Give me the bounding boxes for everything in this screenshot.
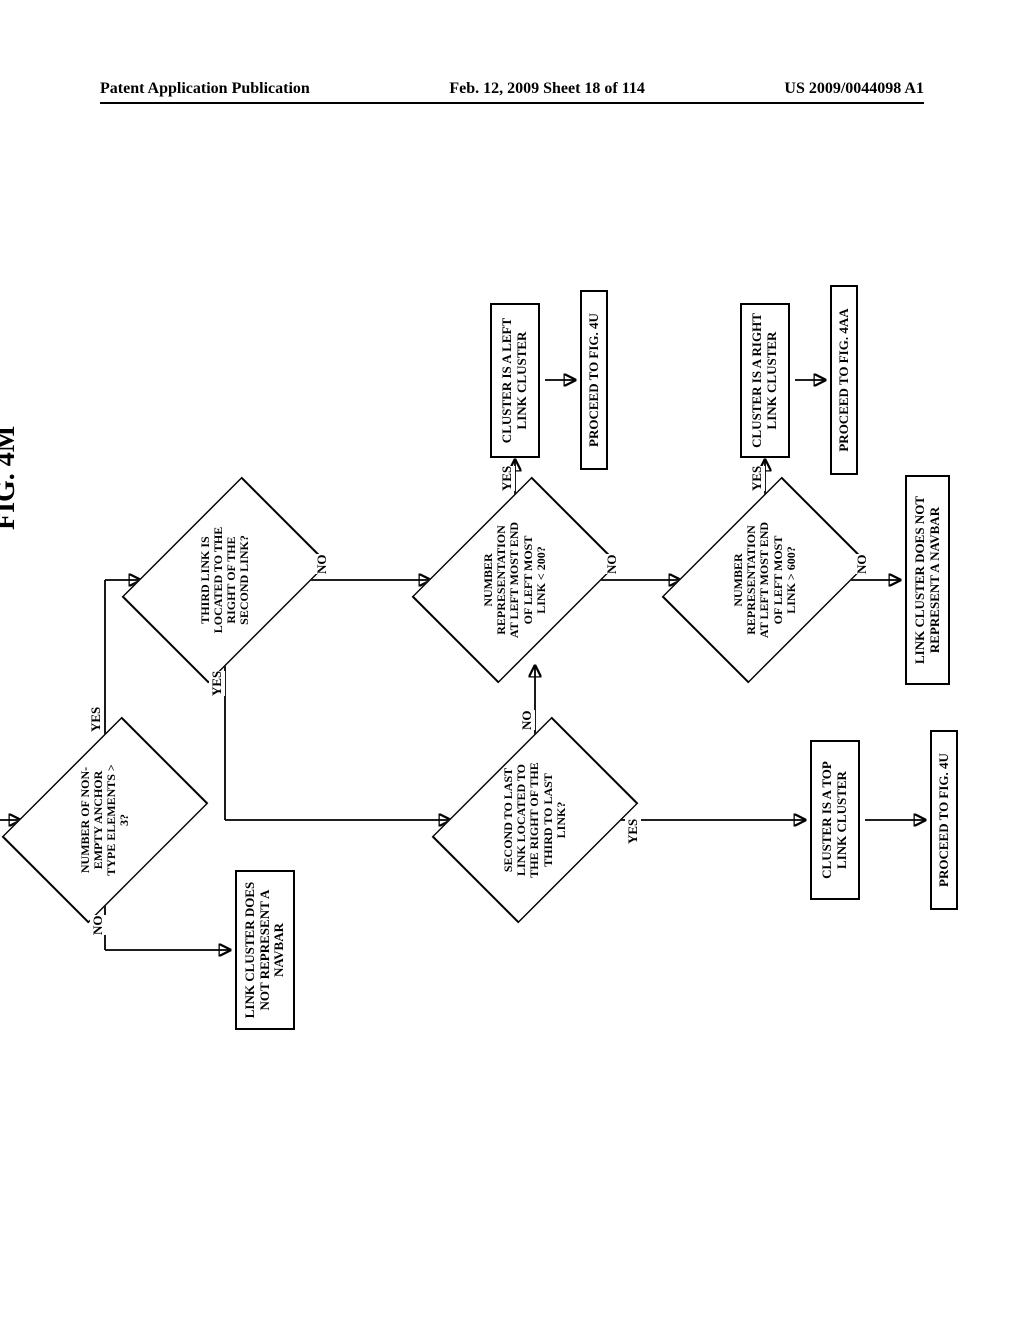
decision-d2: THIRD LINK IS LOCATED TO THE RIGHT OF TH… (140, 495, 310, 665)
decision-d5: NUMBER REPRESENTATION AT LEFT MOST END O… (680, 495, 850, 665)
header-left: Patent Application Publication (100, 80, 310, 98)
decision-d5-text: NUMBER REPRESENTATION AT LEFT MOST END O… (680, 495, 850, 665)
header-center: Feb. 12, 2009 Sheet 18 of 114 (449, 80, 645, 98)
decision-d3: SECOND TO LAST LINK LOCATED TO THE RIGHT… (450, 735, 620, 905)
d3-no-label: NO (519, 711, 535, 731)
d1-no-label: NO (90, 916, 106, 936)
d4-no-label: NO (604, 555, 620, 575)
decision-d4: NUMBER REPRESENTATION AT LEFT MOST END O… (430, 495, 600, 665)
decision-d3-text: SECOND TO LAST LINK LOCATED TO THE RIGHT… (450, 735, 620, 905)
d3-yes-label: YES (625, 819, 641, 844)
goto-g3: PROCEED TO FIG. 4AA (830, 285, 858, 475)
terminal-t2: LINK CLUSTER DOES NOT REPRESENT A NAVBAR (905, 475, 950, 685)
header-right: US 2009/0044098 A1 (784, 80, 924, 98)
terminal-t1: LINK CLUSTER DOES NOT REPRESENT A NAVBAR (235, 870, 295, 1030)
d5-no-label: NO (854, 555, 870, 575)
goto-g2: PROCEED TO FIG. 4U (580, 290, 608, 470)
d1-yes-label: YES (88, 707, 104, 732)
d5-yes-label: YES (749, 466, 765, 491)
d4-yes-label: YES (499, 466, 515, 491)
process-p2: CLUSTER IS A LEFT LINK CLUSTER (490, 303, 540, 458)
d2-yes-label: YES (209, 671, 225, 696)
flowchart-stage: FROM FIG. 4L FIG. 4M NUMBER OF NON-EMPTY… (0, 280, 1024, 1080)
decision-d1: NUMBER OF NON-EMPTY ANCHOR TYPE ELEMENTS… (20, 735, 190, 905)
process-p1: CLUSTER IS A TOP LINK CLUSTER (810, 740, 860, 900)
process-p3: CLUSTER IS A RIGHT LINK CLUSTER (740, 303, 790, 458)
decision-d1-text: NUMBER OF NON-EMPTY ANCHOR TYPE ELEMENTS… (20, 735, 190, 905)
page-header: Patent Application Publication Feb. 12, … (100, 80, 924, 104)
decision-d2-text: THIRD LINK IS LOCATED TO THE RIGHT OF TH… (140, 495, 310, 665)
figure-title: FIG. 4M (0, 426, 22, 530)
decision-d4-text: NUMBER REPRESENTATION AT LEFT MOST END O… (430, 495, 600, 665)
d2-no-label: NO (314, 555, 330, 575)
goto-g1: PROCEED TO FIG. 4U (930, 730, 958, 910)
